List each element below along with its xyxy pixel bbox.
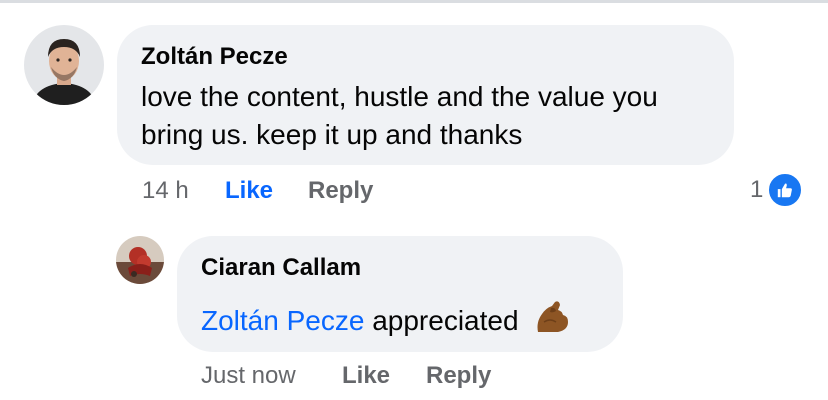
avatar-zoltan[interactable] xyxy=(24,25,104,105)
reaction-summary[interactable]: 1 xyxy=(750,172,804,208)
flexed-biceps-icon xyxy=(537,301,569,332)
top-divider xyxy=(0,0,828,3)
reaction-count: 1 xyxy=(750,176,764,203)
reply-author[interactable]: Ciaran Callam xyxy=(201,254,361,282)
reply-like-button[interactable]: Like xyxy=(342,362,390,390)
comment-text-line-1: love the content, hustle and the value y… xyxy=(141,81,658,112)
comment-like-button[interactable]: Like xyxy=(225,177,273,205)
comment-bubble: Zoltán Pecze love the content, hustle an… xyxy=(117,25,734,165)
avatar-ciaran[interactable] xyxy=(116,236,164,284)
mention-link[interactable]: Zoltán Pecze xyxy=(201,305,364,336)
thumbs-up-icon xyxy=(767,172,804,208)
profile-photo-icon xyxy=(116,236,164,284)
reply-timestamp[interactable]: Just now xyxy=(201,362,296,390)
comment-reply-button[interactable]: Reply xyxy=(308,177,373,205)
reply-reply-button[interactable]: Reply xyxy=(426,362,491,390)
comment-text-line-2: bring us. keep it up and thanks xyxy=(141,119,523,150)
comment-timestamp[interactable]: 14 h xyxy=(142,177,189,205)
reply-message: appreciated xyxy=(372,305,519,336)
reply-text: Zoltán Pecze appreciated xyxy=(201,298,572,338)
comment-author[interactable]: Zoltán Pecze xyxy=(141,43,288,71)
profile-photo-icon xyxy=(24,25,104,105)
reply-bubble: Ciaran Callam Zoltán Pecze appreciated xyxy=(177,236,623,352)
